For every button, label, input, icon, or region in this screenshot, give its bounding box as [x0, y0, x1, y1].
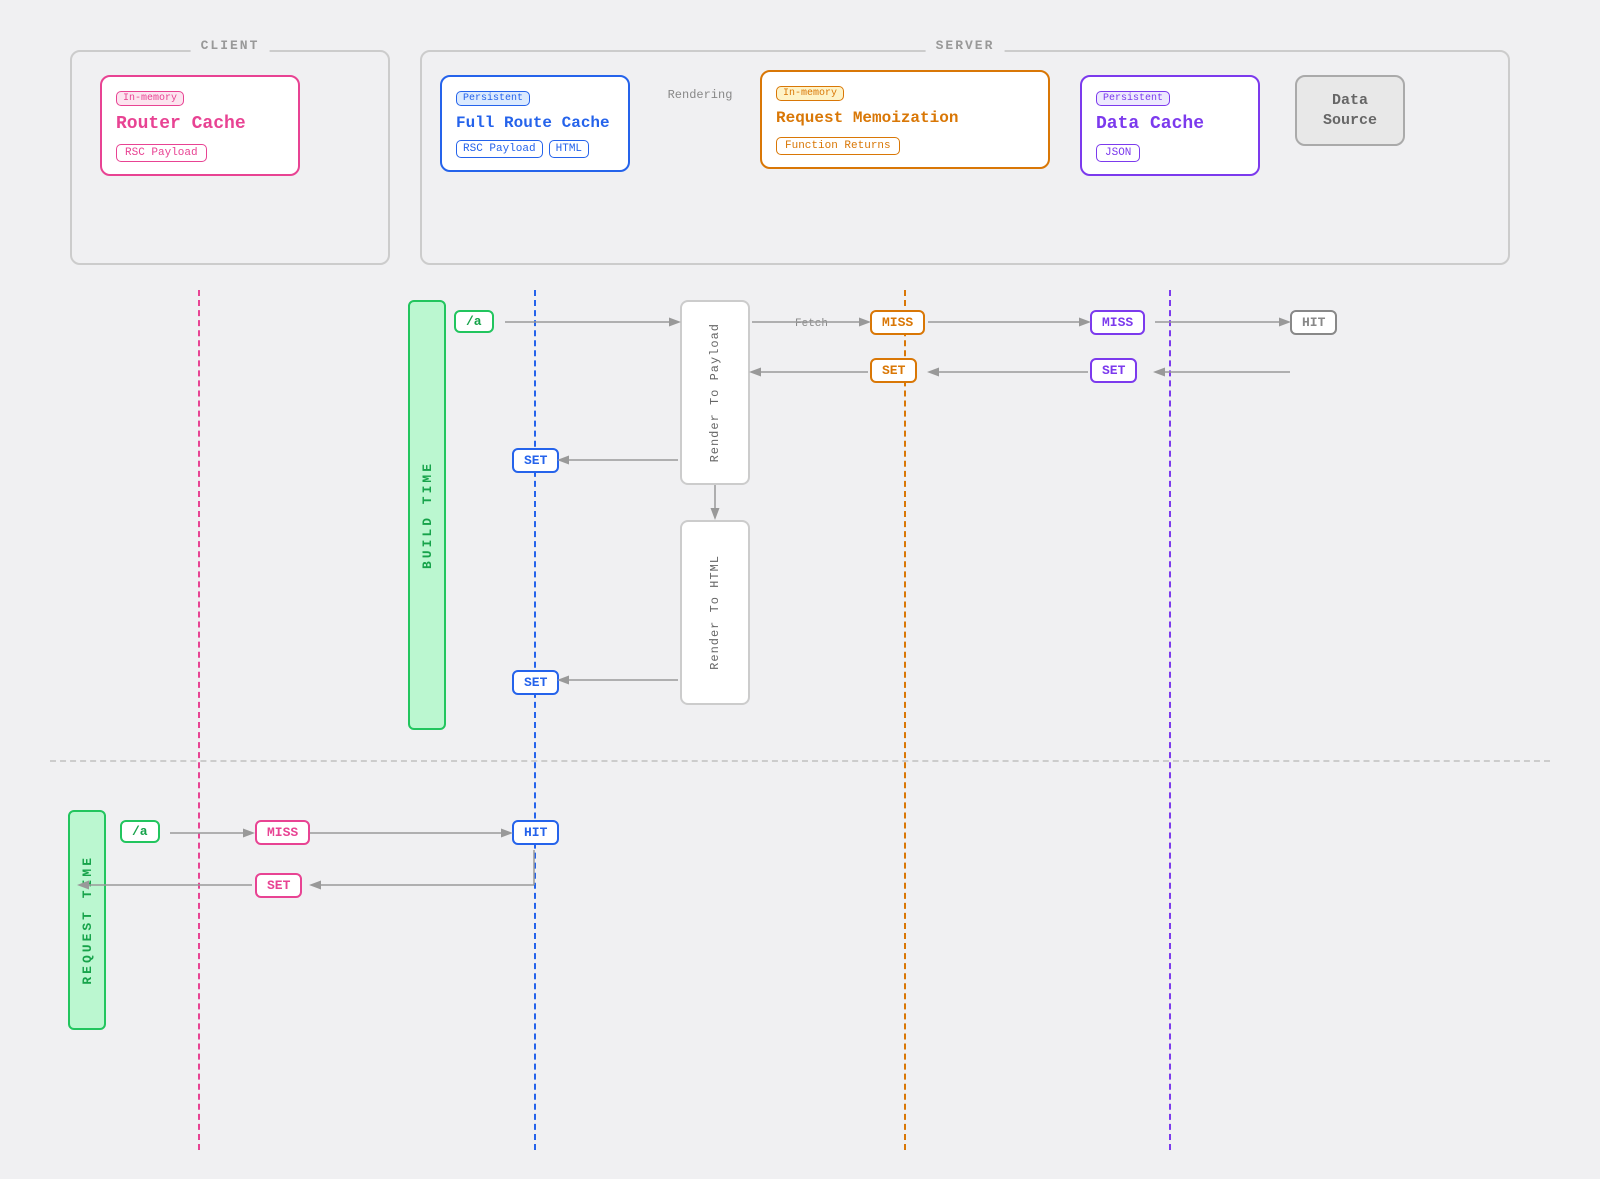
data-cache-title: Data Cache	[1096, 114, 1244, 134]
data-source-title: Data Source	[1309, 91, 1391, 130]
full-route-cache-sub-badge-rsc: RSC Payload	[456, 140, 543, 158]
request-time-bar: REQUEST TIME	[68, 810, 106, 1030]
hit-gray-badge: HIT	[1290, 310, 1337, 335]
divider-line	[50, 760, 1550, 762]
data-source-box: Data Source	[1295, 75, 1405, 146]
dline-request-memo	[904, 290, 906, 1150]
data-cache-box: Persistent Data Cache JSON	[1080, 75, 1260, 176]
set-blue-build2: SET	[512, 670, 559, 695]
set-orange-badge: SET	[870, 358, 917, 383]
rendering-label: Rendering	[668, 88, 733, 102]
set-pink-request: SET	[255, 873, 302, 898]
build-time-label: BUILD TIME	[420, 461, 435, 569]
rendering-label-box: Rendering	[660, 85, 740, 103]
build-time-bar: BUILD TIME	[408, 300, 446, 730]
request-memo-badge: In-memory	[776, 86, 844, 101]
data-cache-badge: Persistent	[1096, 91, 1170, 106]
request-time-label: REQUEST TIME	[80, 855, 95, 985]
path-a-request: /a	[120, 820, 160, 843]
dline-router-cache	[198, 290, 200, 1150]
server-label: SERVER	[926, 38, 1005, 53]
set-blue-build1: SET	[512, 448, 559, 473]
miss-pink-request: MISS	[255, 820, 310, 845]
router-cache-box: In-memory Router Cache RSC Payload	[100, 75, 300, 176]
set-purple-badge: SET	[1090, 358, 1137, 383]
router-cache-sub-badge: RSC Payload	[116, 144, 207, 162]
render-to-html-box: Render To HTML	[680, 520, 750, 705]
miss-purple-badge: MISS	[1090, 310, 1145, 335]
full-route-cache-sub-badge-html: HTML	[549, 140, 589, 158]
data-cache-sub-badge: JSON	[1096, 144, 1140, 162]
request-memo-title: Request Memoization	[776, 109, 1034, 127]
client-label: CLIENT	[191, 38, 270, 53]
full-route-cache-box: Persistent Full Route Cache RSC Payload …	[440, 75, 630, 172]
render-to-payload-label: Render To Payload	[708, 323, 722, 462]
router-cache-badge: In-memory	[116, 91, 184, 106]
render-to-payload-box: Render To Payload	[680, 300, 750, 485]
request-memo-sub-badge: Function Returns	[776, 137, 900, 155]
full-route-cache-badge: Persistent	[456, 91, 530, 106]
render-to-html-label: Render To HTML	[708, 555, 722, 670]
hit-blue-request: HIT	[512, 820, 559, 845]
router-cache-title: Router Cache	[116, 114, 284, 134]
miss-orange-badge: MISS	[870, 310, 925, 335]
request-memo-box: In-memory Request Memoization Function R…	[760, 70, 1050, 169]
full-route-cache-title: Full Route Cache	[456, 114, 614, 132]
fetch-label: Fetch	[795, 318, 828, 330]
dline-data-cache	[1169, 290, 1171, 1150]
path-a-build: /a	[454, 310, 494, 333]
dline-full-route	[534, 290, 536, 1150]
